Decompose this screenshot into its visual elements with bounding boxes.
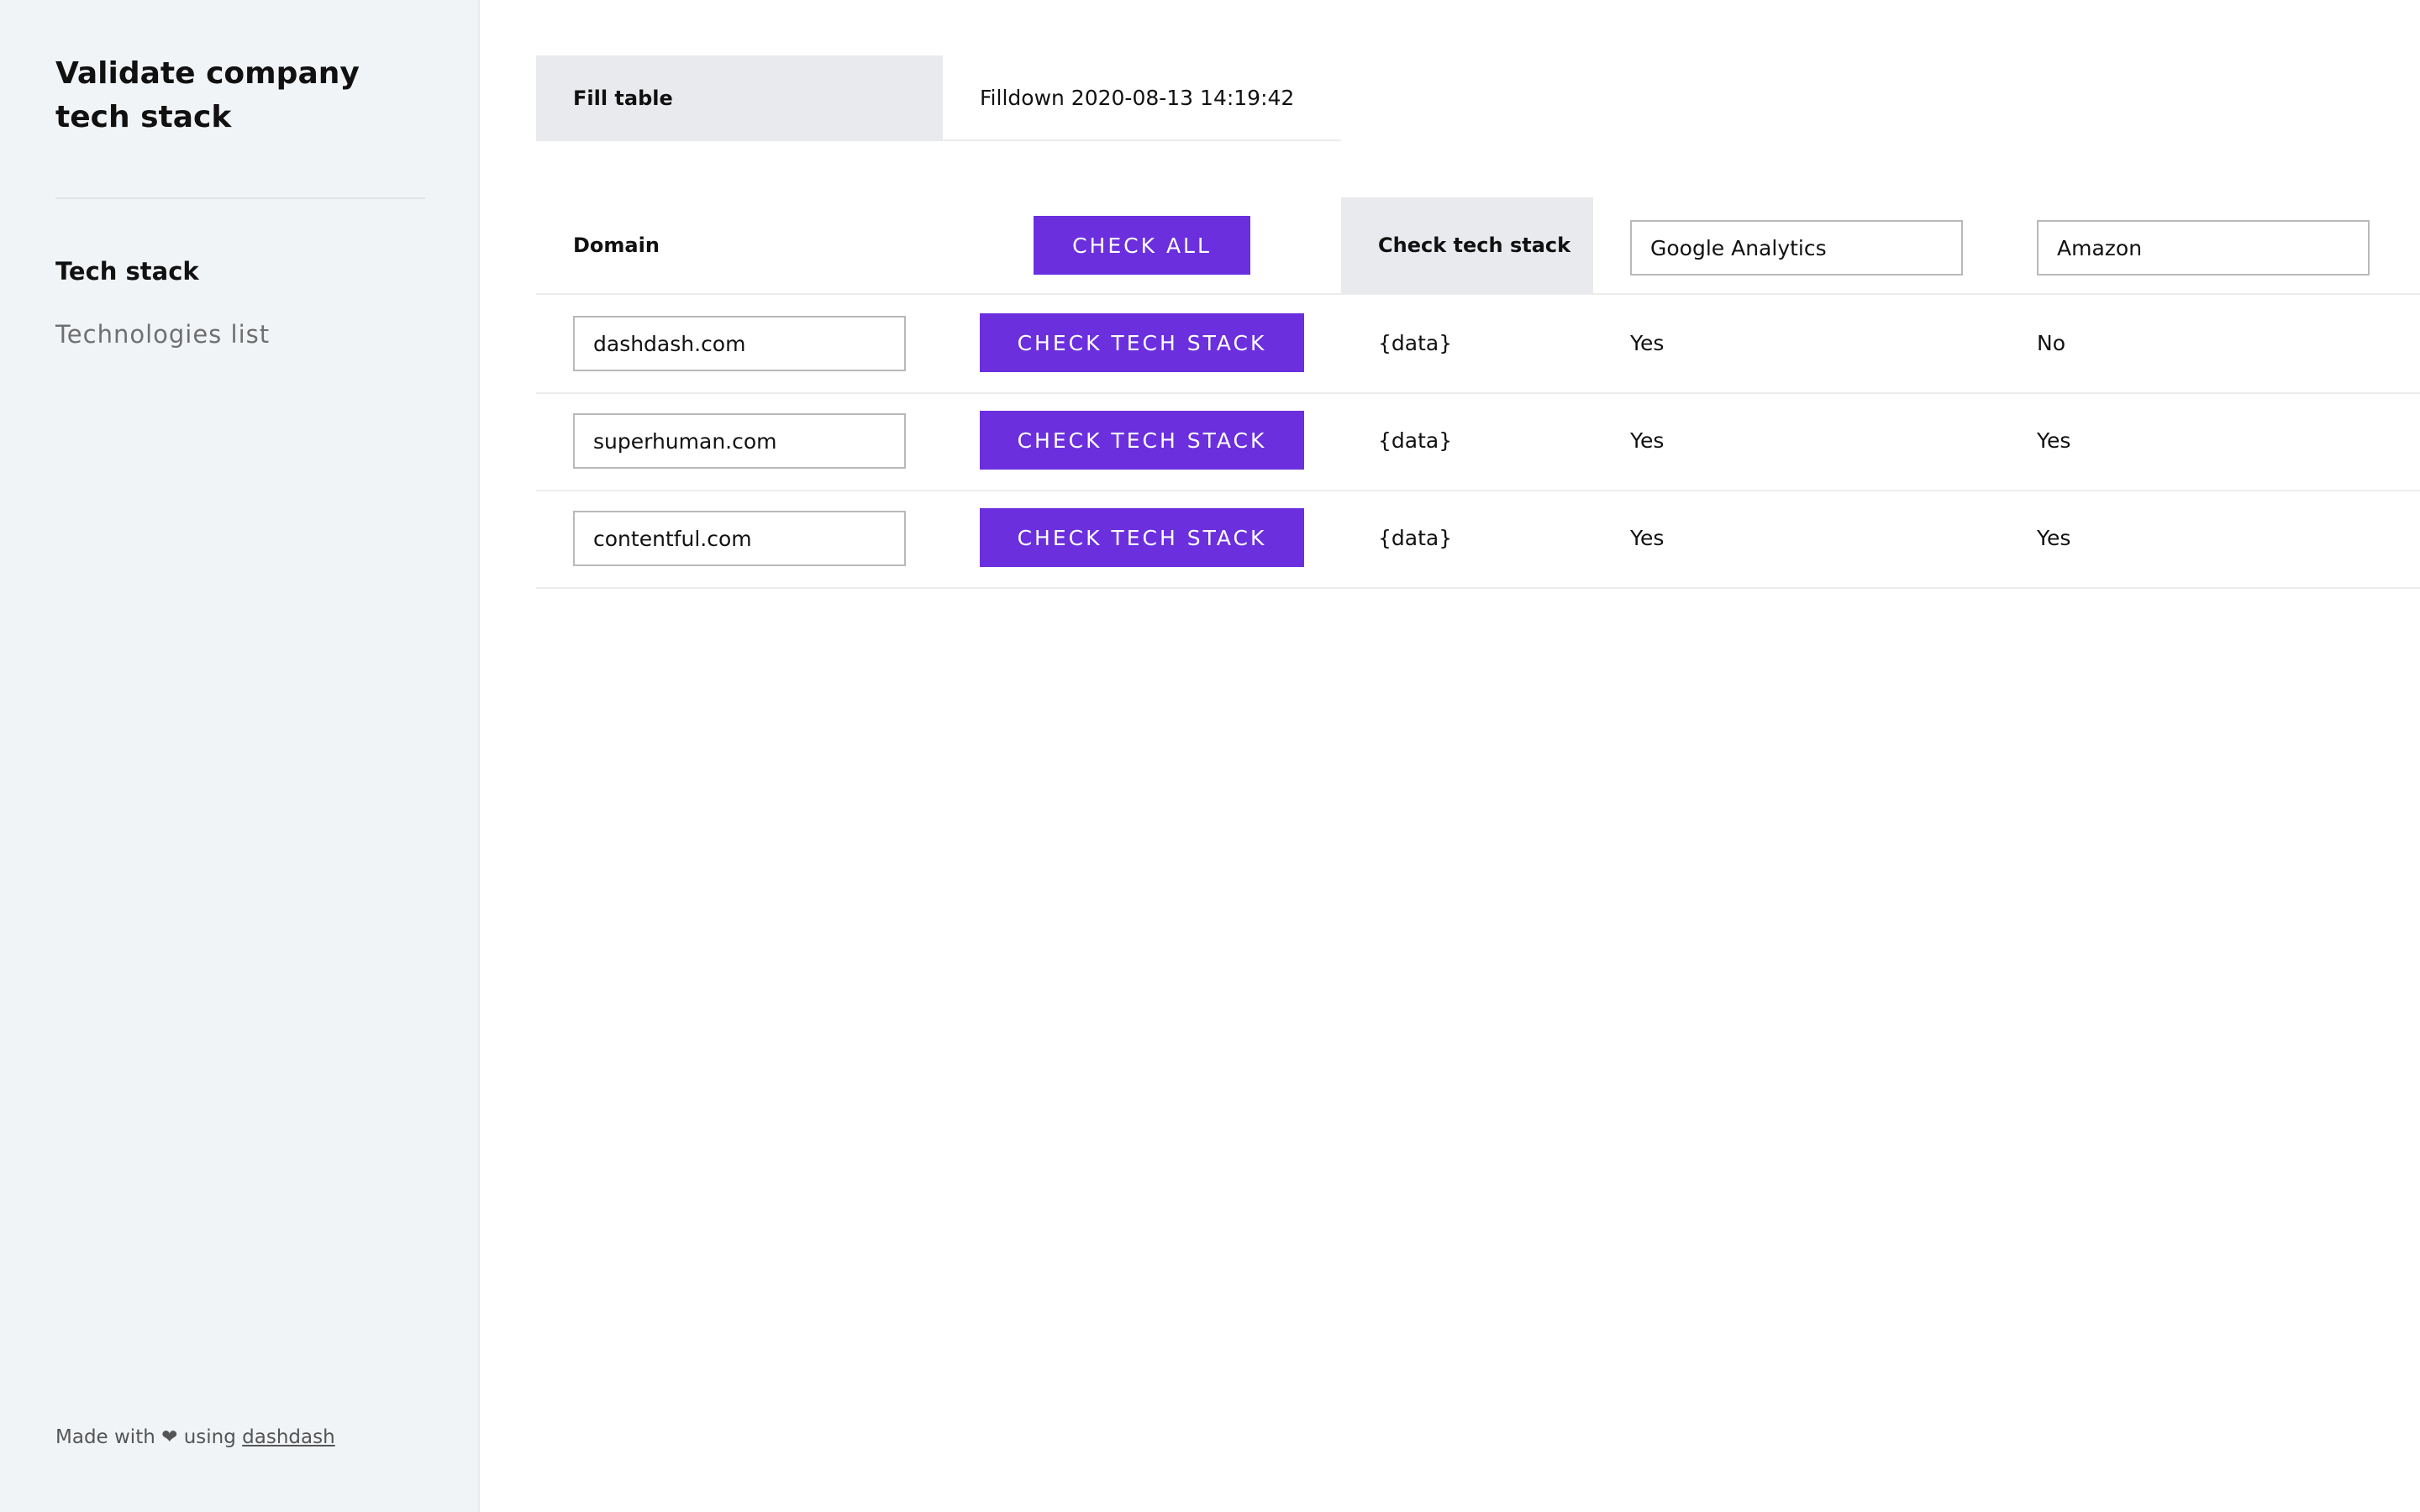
table-row: Check tech stack {data} Yes Yes xyxy=(536,490,2420,589)
row-button-cell: Check tech stack xyxy=(943,392,1341,488)
amazon-result: No xyxy=(2037,330,2065,355)
check-tech-stack-header-cell: Check tech stack xyxy=(1341,197,1593,293)
heart-icon: ❤ xyxy=(161,1426,178,1448)
check-result: {data} xyxy=(1378,330,1453,355)
check-tech-stack-header: Check tech stack xyxy=(1378,234,1571,257)
domain-header: Domain xyxy=(573,234,660,257)
technology-input-google-analytics[interactable] xyxy=(1630,220,1963,276)
check-tech-stack-button[interactable]: Check tech stack xyxy=(980,411,1304,470)
domain-input[interactable] xyxy=(573,413,906,469)
amazon-result: Yes xyxy=(2037,428,2071,453)
check-tech-stack-button[interactable]: Check tech stack xyxy=(980,313,1304,372)
google-analytics-result: Yes xyxy=(1630,428,1665,453)
footer-prefix: Made with xyxy=(55,1426,155,1448)
check-tech-stack-button[interactable]: Check tech stack xyxy=(980,508,1304,567)
google-analytics-result: Yes xyxy=(1630,525,1665,550)
nav-item-tech-stack[interactable]: Tech stack xyxy=(55,257,199,286)
table-row: Check tech stack {data} Yes No xyxy=(536,295,2420,394)
fill-table-label-cell: Fill table xyxy=(536,55,943,141)
nav-item-technologies-list[interactable]: Technologies list xyxy=(55,320,270,349)
domain-input[interactable] xyxy=(573,511,906,566)
check-result: {data} xyxy=(1378,525,1453,550)
table-header-row: Domain Check all Check tech stack xyxy=(536,197,2420,295)
check-all-button[interactable]: Check all xyxy=(1034,216,1250,275)
dashdash-link[interactable]: dashdash xyxy=(242,1426,335,1448)
app-title: Validate company tech stack xyxy=(55,56,360,134)
amazon-result: Yes xyxy=(2037,525,2071,550)
fill-table-value: Filldown 2020-08-13 14:19:42 xyxy=(980,85,1295,110)
domain-header-cell: Domain xyxy=(573,197,660,293)
fill-table-value-cell: Filldown 2020-08-13 14:19:42 xyxy=(943,55,1341,141)
fill-table-label: Fill table xyxy=(573,87,673,110)
check-result: {data} xyxy=(1378,428,1453,453)
google-analytics-result: Yes xyxy=(1630,330,1665,355)
sidebar: Validate company tech stack Tech stack T… xyxy=(0,0,480,1512)
row-button-cell: Check tech stack xyxy=(943,295,1341,391)
table-row: Check tech stack {data} Yes Yes xyxy=(536,392,2420,491)
domain-input[interactable] xyxy=(573,316,906,371)
technology-input-amazon[interactable] xyxy=(2037,220,2370,276)
check-all-cell: Check all xyxy=(943,197,1341,293)
footer: Made with ❤ using dashdash xyxy=(55,1426,335,1448)
footer-middle: using xyxy=(183,1426,236,1448)
row-button-cell: Check tech stack xyxy=(943,490,1341,585)
sidebar-divider xyxy=(55,197,425,199)
